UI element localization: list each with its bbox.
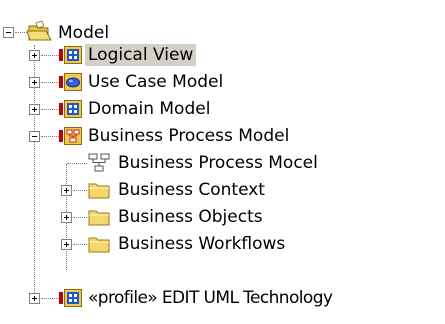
tree-node-label: Logical View [85, 44, 197, 66]
profile-package-icon [64, 289, 82, 307]
business-process-package-icon [64, 127, 82, 145]
expand-toggle[interactable] [29, 50, 40, 61]
tree-node-business-process-diagram[interactable]: Business Process Mocel [0, 148, 420, 178]
use-case-package-icon [64, 73, 82, 91]
tree-node-domain-model[interactable]: Domain Model [0, 94, 300, 124]
tree-line [41, 136, 61, 138]
model-tree: Model Logical View Use Case Model Domain… [0, 0, 445, 324]
class-diagram-package-icon [64, 100, 82, 118]
package-marker [59, 49, 63, 61]
tree-node-use-case-model[interactable]: Use Case Model [0, 67, 300, 97]
tree-line [73, 190, 87, 192]
tree-node-label: Business Workflows [118, 234, 286, 254]
tree-line [67, 163, 87, 165]
tree-node-label: «profile» EDIT UML Technology [88, 288, 333, 308]
tree-line [41, 55, 61, 57]
tree-node-business-objects[interactable]: Business Objects [0, 202, 400, 232]
tree-line [41, 109, 61, 111]
tree-node-label: Use Case Model [88, 72, 224, 92]
package-marker [59, 130, 63, 142]
folder-icon [88, 210, 110, 226]
tree-node-business-process-model[interactable]: Business Process Model [0, 121, 340, 151]
collapse-toggle[interactable] [3, 27, 14, 38]
expand-toggle[interactable] [61, 185, 72, 196]
tree-node-label: Business Process Mocel [118, 153, 318, 173]
expand-toggle[interactable] [29, 104, 40, 115]
tree-node-logical-view[interactable]: Logical View [0, 40, 300, 70]
tree-line [73, 244, 87, 246]
tree-line [41, 298, 61, 300]
folder-icon [88, 237, 110, 253]
tree-line [41, 82, 61, 84]
expand-toggle[interactable] [61, 239, 72, 250]
collapse-toggle[interactable] [29, 131, 40, 142]
package-marker [59, 292, 63, 304]
expand-toggle[interactable] [29, 77, 40, 88]
tree-node-business-context[interactable]: Business Context [0, 175, 400, 205]
business-process-diagram-icon [88, 153, 110, 172]
tree-node-label: Business Process Model [88, 126, 290, 146]
tree-node-label: Domain Model [88, 99, 211, 119]
package-marker [59, 76, 63, 88]
package-marker [59, 103, 63, 115]
tree-node-business-workflows[interactable]: Business Workflows [0, 229, 400, 259]
tree-line [73, 217, 87, 219]
folder-icon [88, 183, 110, 199]
tree-node-label: Business Objects [118, 207, 263, 227]
tree-node-profile-edit-uml[interactable]: «profile» EDIT UML Technology [0, 283, 445, 313]
tree-node-label: Business Context [118, 180, 265, 200]
expand-toggle[interactable] [61, 212, 72, 223]
expand-toggle[interactable] [29, 293, 40, 304]
class-diagram-package-icon [64, 46, 82, 64]
